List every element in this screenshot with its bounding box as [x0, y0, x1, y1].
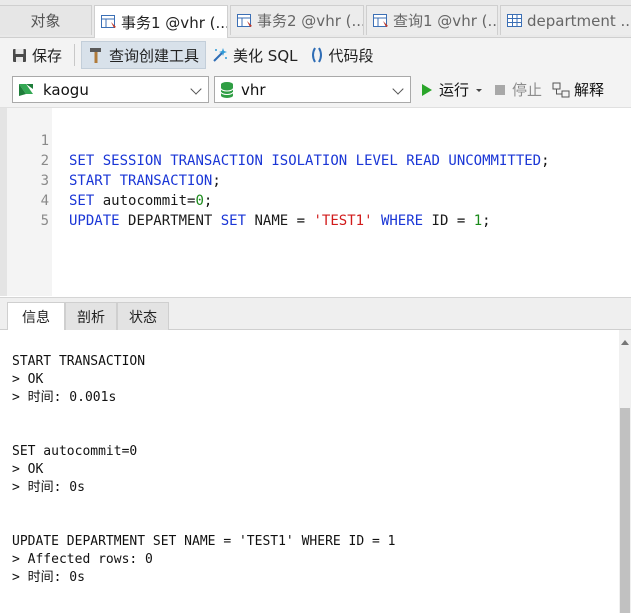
run-controls: 运行 停止 解释	[420, 76, 614, 103]
tab-label: 事务1 @vhr (...	[121, 13, 228, 32]
chevron-down-icon	[190, 83, 202, 95]
explain-label: 解释	[574, 81, 605, 99]
play-icon	[422, 83, 432, 96]
parentheses-icon	[311, 47, 322, 63]
database-value: vhr	[241, 80, 266, 99]
output-line: > 时间: 0.001s	[12, 390, 117, 405]
tab-transaction-1[interactable]: 事务1 @vhr (...	[94, 5, 228, 38]
save-icon	[13, 48, 26, 62]
code-line: 1 SET SESSION TRANSACTION ISOLATION LEVE…	[0, 111, 631, 169]
connection-select[interactable]: kaogu	[12, 76, 209, 103]
database-select[interactable]: vhr	[214, 76, 411, 103]
result-tab-bar: 信息 剖析 状态	[0, 297, 631, 331]
save-label: 保存	[32, 46, 63, 65]
query-table-icon	[237, 13, 252, 27]
beautify-sql-label: 美化 SQL	[233, 46, 298, 65]
tab-label: 状态	[129, 309, 157, 326]
sql-editor[interactable]: 1 SET SESSION TRANSACTION ISOLATION LEVE…	[0, 108, 631, 296]
output-line: > OK	[12, 462, 44, 477]
output-line: > OK	[12, 372, 44, 387]
stop-label: 停止	[512, 81, 543, 99]
output-line: > 时间: 0s	[12, 570, 85, 585]
output-line: UPDATE DEPARTMENT SET NAME = 'TEST1' WHE…	[12, 534, 396, 549]
query-builder-button[interactable]: 查询创建工具	[81, 41, 207, 69]
output-line: START TRANSACTION	[12, 354, 146, 369]
tab-bar: 对象 事务1 @vhr (... 事务2 @vhr (... 查询1 @vhr …	[0, 0, 631, 38]
beautify-sql-button[interactable]: 美化 SQL	[206, 41, 303, 69]
code-snippet-button[interactable]: 代码段	[304, 41, 380, 69]
table-icon	[507, 13, 522, 27]
code-line-text: UPDATE DEPARTMENT SET NAME = 'TEST1' WHE…	[69, 213, 491, 229]
tab-label: 信息	[22, 310, 50, 326]
toolbar: 保存 查询创建工具 美化 SQL 代码段	[0, 38, 631, 72]
code-line: 4 UPDATE DEPARTMENT SET NAME = 'TEST1' W…	[0, 171, 631, 229]
output-line: > 时间: 0s	[12, 480, 85, 495]
tab-transaction-2[interactable]: 事务2 @vhr (...	[230, 5, 364, 35]
run-label: 运行	[439, 81, 470, 99]
tab-label: 事务2 @vhr (...	[257, 12, 364, 30]
explain-icon	[552, 82, 570, 97]
tab-profile[interactable]: 剖析	[65, 302, 117, 330]
tab-label: 剖析	[77, 309, 105, 326]
stop-button[interactable]: 停止	[494, 79, 542, 100]
code-line: 2 START TRANSACTION;	[0, 131, 631, 189]
output-scrollbar[interactable]	[619, 330, 631, 613]
hammer-icon	[90, 47, 102, 63]
tab-department[interactable]: department ...	[500, 5, 631, 35]
stop-icon	[495, 84, 506, 95]
tab-objects[interactable]: 对象	[0, 5, 92, 35]
output-line: > Affected rows: 0	[12, 552, 153, 567]
toolbar-divider	[74, 44, 76, 66]
query-builder-label: 查询创建工具	[109, 46, 200, 65]
query-table-icon	[373, 13, 388, 27]
connection-bar: kaogu vhr 运行 停止 解释	[0, 72, 631, 108]
dropdown-arrow-icon[interactable]	[474, 85, 484, 95]
tab-status[interactable]: 状态	[117, 302, 169, 330]
scrollbar-thumb[interactable]	[620, 408, 630, 613]
tab-label: 查询1 @vhr (...	[393, 12, 498, 30]
connection-icon	[19, 83, 33, 96]
database-icon	[220, 81, 234, 98]
save-button[interactable]: 保存	[6, 41, 68, 69]
line-number: 5	[40, 213, 49, 229]
explain-button[interactable]: 解释	[552, 79, 604, 100]
scroll-up-arrow-icon[interactable]	[621, 340, 629, 345]
connection-value: kaogu	[43, 80, 89, 99]
tab-message[interactable]: 信息	[7, 302, 65, 331]
chevron-down-icon	[392, 83, 404, 95]
tab-label: 对象	[30, 12, 61, 30]
code-snippet-label: 代码段	[328, 46, 374, 65]
run-button[interactable]: 运行	[420, 79, 484, 100]
output-line: SET autocommit=0	[12, 444, 138, 459]
tab-label: department ...	[527, 11, 631, 30]
code-line: 3 SET autocommit=0;	[0, 151, 631, 209]
message-output: START TRANSACTION > OK > 时间: 0.001s SET …	[0, 330, 619, 613]
code-area[interactable]: 1 SET SESSION TRANSACTION ISOLATION LEVE…	[0, 111, 631, 229]
tab-query-1[interactable]: 查询1 @vhr (...	[366, 5, 498, 35]
code-line: 5	[0, 191, 631, 229]
magic-wand-icon	[213, 48, 228, 62]
query-table-icon	[101, 15, 116, 28]
